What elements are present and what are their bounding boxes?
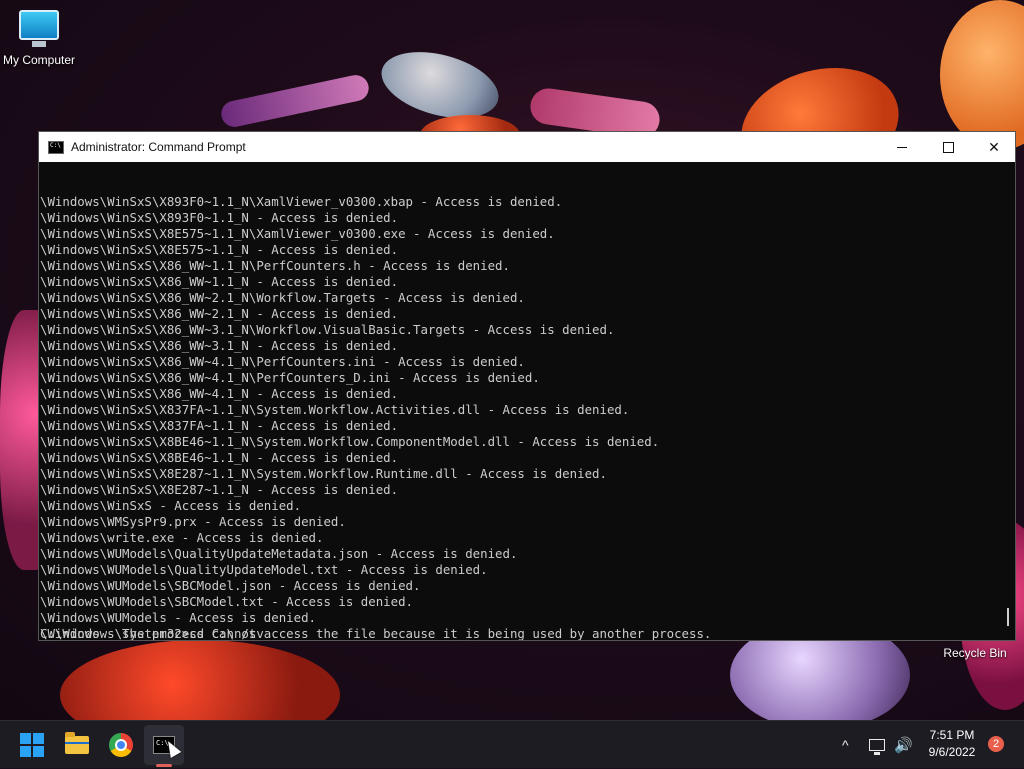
window-title: Administrator: Command Prompt <box>71 140 246 154</box>
command-prompt-input[interactable]: C:\Windows\system32>cd C:\ /sv <box>40 626 264 640</box>
close-icon: ✕ <box>988 138 1000 155</box>
console-line: \Windows\WUModels\QualityUpdateModel.txt… <box>40 562 488 577</box>
windows-logo-icon <box>20 733 44 757</box>
scrollbar-thumb[interactable] <box>1007 608 1009 626</box>
console-line: \Windows\WinSxS\X86_WW~2.1_N\Workflow.Ta… <box>40 290 525 305</box>
console-line: \Windows\WinSxS\X8BE46~1.1_N\System.Work… <box>40 434 660 449</box>
console-line: \Windows\WinSxS\X86_WW~2.1_N - Access is… <box>40 306 399 321</box>
console-line: \Windows\WinSxS\X8E287~1.1_N - Access is… <box>40 482 399 497</box>
vertical-scrollbar[interactable] <box>1001 162 1015 640</box>
console-line: \Windows\WinSxS\X86_WW~4.1_N - Access is… <box>40 386 399 401</box>
volume-icon: 🔊 <box>894 737 913 754</box>
network-icon <box>869 739 885 755</box>
console-line: \Windows\WinSxS\X8E287~1.1_N\System.Work… <box>40 466 607 481</box>
wallpaper-shape <box>940 0 1024 150</box>
computer-icon <box>19 10 59 40</box>
minimize-button[interactable] <box>879 132 925 162</box>
desktop-icon-label: My Computer <box>2 53 76 67</box>
console-output[interactable]: \Windows\WinSxS\X893F0~1.1_N\XamlViewer_… <box>39 162 1001 640</box>
close-button[interactable]: ✕ <box>971 132 1017 162</box>
console-line: \Windows\WMSysPr9.prx - Access is denied… <box>40 514 346 529</box>
active-app-indicator <box>156 764 172 767</box>
computer-icon-stand <box>32 41 46 47</box>
console-line: \Windows\WinSxS\X8E575~1.1_N - Access is… <box>40 242 399 257</box>
console-line: \Windows\WUModels - Access is denied. <box>40 610 317 625</box>
console-line: \Windows\WinSxS\X86_WW~3.1_N\Workflow.Vi… <box>40 322 615 337</box>
window-titlebar[interactable]: Administrator: Command Prompt ✕ <box>39 132 1015 162</box>
console-line: \Windows\write.exe - Access is denied. <box>40 530 324 545</box>
console-line: \Windows\WinSxS\X837FA~1.1_N\System.Work… <box>40 402 630 417</box>
maximize-button[interactable] <box>925 132 971 162</box>
clock-time: 7:51 PM <box>929 728 975 742</box>
clock[interactable]: 7:51 PM 9/6/2022 <box>920 727 984 761</box>
console-line: \Windows\WinSxS\X8E575~1.1_N\XamlViewer_… <box>40 226 555 241</box>
desktop-icon-label: Recycle Bin <box>943 646 1007 660</box>
wallpaper-shape <box>218 72 372 130</box>
chrome-button[interactable] <box>101 725 141 765</box>
console-line: \Windows\WinSxS\X86_WW~1.1_N - Access is… <box>40 274 399 289</box>
console-line: \Windows\WUModels\SBCModel.txt - Access … <box>40 594 413 609</box>
console-line: \Windows\WinSxS\X8BE46~1.1_N - Access is… <box>40 450 399 465</box>
file-explorer-button[interactable] <box>57 725 97 765</box>
console-line: \Windows\WinSxS\X86_WW~3.1_N - Access is… <box>40 338 399 353</box>
notification-badge[interactable]: 2 <box>988 736 1004 752</box>
console-line: \Windows\WUModels\SBCModel.json - Access… <box>40 578 421 593</box>
console-line: \Windows\WUModels\QualityUpdateMetadata.… <box>40 546 518 561</box>
taskbar: ^ 🔊 7:51 PM 9/6/2022 2 <box>0 720 1024 768</box>
console-line: \Windows\WinSxS\X86_WW~4.1_N\PerfCounter… <box>40 354 525 369</box>
console-line: \Windows\WinSxS\X86_WW~4.1_N\PerfCounter… <box>40 370 540 385</box>
chevron-up-icon: ^ <box>842 737 849 753</box>
console-lines: \Windows\WinSxS\X893F0~1.1_N\XamlViewer_… <box>39 194 1001 640</box>
show-hidden-icons-button[interactable]: ^ <box>842 721 849 769</box>
folder-icon <box>65 732 89 754</box>
minimize-icon <box>897 146 907 148</box>
maximize-icon <box>942 141 954 153</box>
clock-date: 9/6/2022 <box>928 745 976 759</box>
chrome-icon <box>109 733 133 757</box>
wallpaper-shape <box>60 640 340 720</box>
command-prompt-icon <box>48 140 64 154</box>
network-button[interactable] <box>869 721 885 769</box>
desktop-icon-recycle-bin[interactable]: Recycle Bin <box>940 646 1010 660</box>
console-line: \Windows\WinSxS - Access is denied. <box>40 498 302 513</box>
command-prompt-window[interactable]: Administrator: Command Prompt ✕ \Windows… <box>38 131 1016 641</box>
console-line: \Windows\WinSxS\X837FA~1.1_N - Access is… <box>40 418 399 433</box>
console-line: \Windows\WinSxS\X893F0~1.1_N - Access is… <box>40 210 399 225</box>
console-line: \Windows\WinSxS\X893F0~1.1_N\XamlViewer_… <box>40 194 563 209</box>
start-button[interactable] <box>12 725 52 765</box>
console-line: \Windows\WinSxS\X86_WW~1.1_N\PerfCounter… <box>40 258 510 273</box>
volume-button[interactable]: 🔊 <box>894 721 913 769</box>
desktop-icon-my-computer[interactable]: My Computer <box>2 10 76 67</box>
